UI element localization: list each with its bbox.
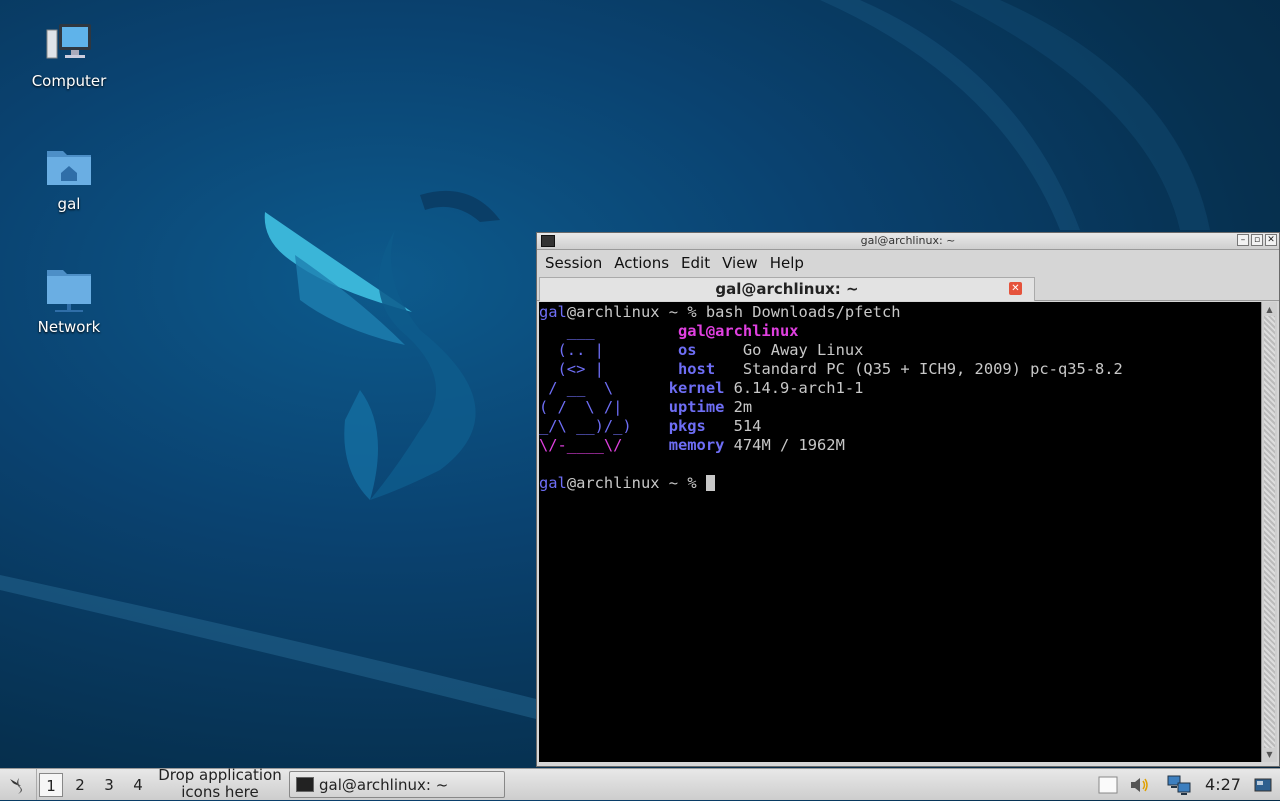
task-title: gal@archlinux: ~ <box>319 775 449 794</box>
home-folder-icon <box>47 151 91 185</box>
pfetch-os-value: Go Away Linux <box>742 341 864 359</box>
tab-title: gal@archlinux: ~ <box>715 280 859 298</box>
desktop-icon-label: Network <box>37 318 101 336</box>
network-folder-icon <box>47 270 91 312</box>
menu-help[interactable]: Help <box>764 254 810 272</box>
desktop-icon-home[interactable]: gal <box>14 143 124 213</box>
workspace-3[interactable]: 3 <box>97 773 121 797</box>
scrollbar-track[interactable] <box>1264 316 1275 748</box>
ascii-line: \/-____\/ <box>539 436 623 454</box>
bird-logo-icon <box>10 777 22 794</box>
window-title: gal@archlinux: ~ <box>860 234 956 247</box>
prompt-symbol: % <box>687 303 697 321</box>
terminal-tab[interactable]: gal@archlinux: ~ ✕ <box>539 277 1035 301</box>
pfetch-title: gal@archlinux <box>678 322 799 340</box>
maximize-button[interactable]: ▫ <box>1251 234 1263 246</box>
pfetch-uptime-value: 2m <box>733 398 753 416</box>
launcher-drop-zone[interactable]: Drop application icons here <box>154 767 286 801</box>
pfetch-kernel-label: kernel <box>668 379 725 397</box>
volume-icon[interactable] <box>1128 769 1152 800</box>
pfetch-host-value: Standard PC (Q35 + ICH9, 2009) pc-q35-8.… <box>742 360 1123 378</box>
taskbar-window-button[interactable]: gal@archlinux: ~ <box>289 771 505 798</box>
workspace-2[interactable]: 2 <box>68 773 92 797</box>
minimize-button[interactable]: – <box>1237 234 1249 246</box>
drop-text-line2: icons here <box>181 783 259 801</box>
desktop-icon-computer[interactable]: Computer <box>14 20 124 90</box>
clock[interactable]: 4:27 <box>1200 769 1246 800</box>
network-status-icon[interactable] <box>1166 769 1194 800</box>
desktop-icon-label: gal <box>57 195 81 213</box>
start-menu-button[interactable] <box>0 769 37 800</box>
pfetch-kernel-value: 6.14.9-arch1-1 <box>733 379 864 397</box>
taskbar: 1 2 3 4 Drop application icons here gal@… <box>0 767 1280 801</box>
command-text: bash Downloads/pfetch <box>705 303 901 321</box>
prompt-user: gal <box>539 474 567 492</box>
desktop-icon-label: Computer <box>31 72 107 90</box>
window-titlebar[interactable]: gal@archlinux: ~ – ▫ ✕ <box>537 233 1279 250</box>
ascii-line: (.. | <box>539 341 623 359</box>
tab-close-icon[interactable]: ✕ <box>1009 282 1022 295</box>
pfetch-memory-value: 474M / 1962M <box>733 436 845 454</box>
pfetch-pkgs-value: 514 <box>733 417 762 435</box>
text-cursor <box>705 475 715 491</box>
show-desktop-icon[interactable] <box>1252 769 1274 800</box>
ascii-line: / __ \ <box>539 379 623 397</box>
ascii-line: ___ <box>539 322 623 340</box>
drop-text-line1: Drop application <box>158 766 282 784</box>
menu-view[interactable]: View <box>716 254 764 272</box>
ascii-line: _/\ __)/_) <box>539 417 632 435</box>
pfetch-pkgs-label: pkgs <box>668 417 706 435</box>
tab-bar: gal@archlinux: ~ ✕ <box>537 276 1279 301</box>
ascii-line: ( / \ /| <box>539 398 623 416</box>
menu-edit[interactable]: Edit <box>675 254 716 272</box>
prompt-user: gal <box>539 303 567 321</box>
terminal-window[interactable]: gal@archlinux: ~ – ▫ ✕ Session Actions E… <box>536 232 1280 767</box>
pfetch-uptime-label: uptime <box>668 398 725 416</box>
prompt-symbol: % <box>687 474 697 492</box>
menu-session[interactable]: Session <box>539 254 608 272</box>
scroll-down-icon[interactable]: ▼ <box>1264 749 1275 760</box>
pfetch-memory-label: memory <box>668 436 725 454</box>
menu-actions[interactable]: Actions <box>608 254 675 272</box>
scroll-up-icon[interactable]: ▲ <box>1264 304 1275 315</box>
prompt-path: ~ <box>668 474 679 492</box>
ascii-line: (<> | <box>539 360 623 378</box>
terminal-output[interactable]: gal@archlinux ~ % bash Downloads/pfetch … <box>539 302 1261 762</box>
scrollbar[interactable]: ▲ ▼ <box>1261 302 1277 762</box>
computer-icon <box>46 24 91 59</box>
pfetch-host-label: host <box>678 360 716 378</box>
close-button[interactable]: ✕ <box>1265 234 1277 246</box>
menubar: Session Actions Edit View Help <box>537 250 1279 276</box>
desktop-icon-network[interactable]: Network <box>14 266 124 336</box>
prompt-host: @archlinux <box>566 474 660 492</box>
notes-icon[interactable] <box>1096 769 1120 800</box>
terminal-icon <box>296 777 314 792</box>
pfetch-os-label: os <box>678 341 697 359</box>
prompt-host: @archlinux <box>566 303 660 321</box>
prompt-path: ~ <box>668 303 679 321</box>
workspace-4[interactable]: 4 <box>126 773 150 797</box>
workspace-1[interactable]: 1 <box>39 773 63 797</box>
